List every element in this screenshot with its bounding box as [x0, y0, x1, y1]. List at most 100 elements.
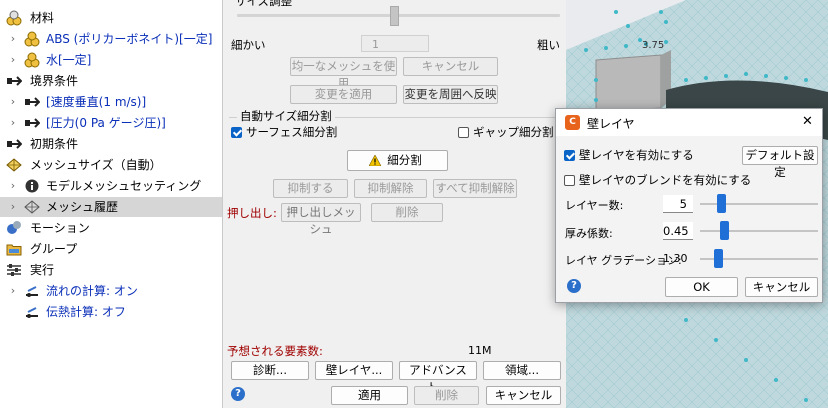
- help-icon[interactable]: ?: [567, 279, 581, 293]
- enable-blend-label: 壁レイヤのブレンドを有効にする: [579, 173, 752, 187]
- close-icon[interactable]: ✕: [802, 114, 813, 129]
- extrude-label: 押し出し:: [227, 206, 277, 220]
- tree-item-pressure[interactable]: › [圧力(0 Pa ゲージ圧)]: [0, 113, 222, 133]
- tree-item-boundary-conditions[interactable]: 境界条件: [0, 71, 222, 91]
- gap-refine-checkbox[interactable]: [458, 127, 469, 138]
- chevron-right-icon[interactable]: ›: [8, 113, 18, 133]
- enable-wall-layer-checkbox[interactable]: [564, 150, 575, 161]
- tree-item-flow-calculation[interactable]: › 流れの計算: オン: [0, 281, 222, 301]
- layers-slider-thumb[interactable]: [716, 194, 726, 213]
- ok-button[interactable]: OK: [665, 277, 738, 297]
- thickness-value-field[interactable]: 0.45: [663, 222, 693, 240]
- surface-refine-checkbox[interactable]: [231, 127, 242, 138]
- chevron-right-icon[interactable]: ›: [8, 92, 18, 112]
- dialog-cancel-button[interactable]: キャンセル: [745, 277, 818, 297]
- layers-label: レイヤー数:: [565, 199, 624, 212]
- suppress-button[interactable]: 抑制する: [273, 179, 348, 198]
- tree-item-groups[interactable]: グループ: [0, 239, 222, 259]
- default-settings-button[interactable]: デフォルト設定: [742, 146, 818, 179]
- unsuppress-button[interactable]: 抑制解除: [354, 179, 427, 198]
- app-logo-icon: C: [565, 115, 580, 130]
- materials-icon: [24, 52, 40, 68]
- tree-item-mesh-size[interactable]: メッシュサイズ（自動）: [0, 155, 222, 175]
- wall-layer-dialog: C 壁レイヤ ✕ 壁レイヤを有効にする デフォルト設定 壁レイヤのブレンドを有効…: [555, 108, 823, 303]
- tree-label: モーション: [30, 221, 90, 235]
- chevron-right-icon[interactable]: ›: [8, 281, 18, 301]
- tree-item-model-mesh-settings[interactable]: › モデルメッシュセッティング: [0, 176, 222, 196]
- tree-label: 境界条件: [30, 74, 79, 88]
- cancel-size-button[interactable]: キャンセル: [403, 57, 498, 76]
- gradation-value: 1.30: [663, 252, 688, 265]
- extrude-mesh-button[interactable]: 押し出しメッシュ: [281, 203, 361, 236]
- expected-elements-value: 11M: [468, 344, 492, 357]
- boundary-condition-icon: [25, 97, 40, 107]
- tree-label: 材料: [30, 11, 55, 25]
- tree-item-motion[interactable]: モーション: [0, 218, 222, 238]
- tree-item-water[interactable]: › 水[一定]: [0, 50, 222, 70]
- diagnose-button[interactable]: 診断...: [231, 361, 309, 380]
- tree-label: グループ: [30, 242, 78, 256]
- tree-item-materials[interactable]: 材料: [0, 8, 222, 28]
- chevron-right-icon[interactable]: ›: [8, 197, 18, 217]
- tree-label: メッシュサイズ（自動）: [30, 158, 162, 172]
- tree-item-mesh-history[interactable]: › メッシュ履歴: [0, 197, 222, 217]
- uniform-mesh-button[interactable]: 均一なメッシュを使用: [290, 57, 397, 90]
- mesh-icon: [6, 158, 22, 172]
- tree-label: [圧力(0 Pa ゲージ圧)]: [46, 116, 166, 130]
- advanced-button[interactable]: アドバンスト...: [399, 361, 477, 394]
- mesh-icon: [24, 200, 40, 214]
- flow-icon: [26, 286, 38, 297]
- chevron-right-icon[interactable]: ›: [8, 176, 18, 196]
- layers-value-field[interactable]: 5: [663, 195, 693, 213]
- cancel-button[interactable]: キャンセル: [486, 386, 561, 405]
- surface-refine-label: サーフェス細分割: [246, 125, 338, 139]
- heat-icon: [26, 307, 38, 318]
- warning-icon: [369, 155, 381, 166]
- tree-item-velocity[interactable]: › [速度垂直(1 m/s)]: [0, 92, 222, 112]
- size-adjust-heading: サイズ調整: [235, 0, 293, 8]
- coarse-label: 粗い: [537, 38, 560, 52]
- expected-elements-label: 予想される要素数:: [227, 344, 323, 358]
- materials-icon: [6, 10, 22, 26]
- apply-change-button[interactable]: 変更を適用: [290, 85, 397, 104]
- region-button[interactable]: 領域...: [483, 361, 561, 380]
- tree-label: モデルメッシュセッティング: [46, 179, 202, 193]
- boundary-condition-icon: [7, 76, 22, 86]
- tree-label: 初期条件: [30, 137, 79, 151]
- tree-item-heat-calculation[interactable]: 伝熱計算: オフ: [0, 302, 222, 322]
- tree-label: ABS (ポリカーボネイト)[一定]: [46, 32, 213, 46]
- boundary-condition-icon: [25, 118, 40, 128]
- initial-condition-icon: [7, 139, 22, 149]
- tree-label: 水[一定]: [46, 53, 92, 67]
- tree-item-initial-conditions[interactable]: 初期条件: [0, 134, 222, 154]
- delete-extrude-button[interactable]: 削除: [371, 203, 443, 222]
- dialog-title: 壁レイヤ: [587, 117, 635, 131]
- reflect-change-button[interactable]: 変更を周囲へ反映: [403, 85, 498, 104]
- size-slider-thumb[interactable]: [390, 6, 399, 26]
- thickness-slider-thumb[interactable]: [720, 221, 730, 240]
- size-value-field[interactable]: 1: [361, 35, 429, 52]
- unsuppress-all-button[interactable]: すべて抑制解除: [433, 179, 517, 198]
- info-icon: [25, 179, 39, 193]
- enable-blend-checkbox[interactable]: [564, 175, 575, 186]
- tree-item-abs[interactable]: › ABS (ポリカーボネイト)[一定]: [0, 29, 222, 49]
- tree-label: 伝熱計算: オフ: [46, 305, 126, 319]
- chevron-right-icon[interactable]: ›: [8, 50, 18, 70]
- thickness-label: 厚み係数:: [565, 227, 613, 240]
- apply-button[interactable]: 適用: [331, 386, 408, 405]
- refine-button[interactable]: 細分割: [347, 150, 448, 171]
- wall-layer-button[interactable]: 壁レイヤ...: [315, 361, 393, 380]
- chevron-right-icon[interactable]: ›: [8, 29, 18, 49]
- tree-label: メッシュ履歴: [46, 200, 119, 214]
- tree-label: [速度垂直(1 m/s)]: [46, 95, 147, 109]
- auto-refine-group-label: 自動サイズ細分割: [237, 108, 335, 124]
- fine-label: 細かい: [231, 38, 266, 52]
- help-icon[interactable]: ?: [231, 387, 245, 401]
- thickness-slider-track[interactable]: [700, 230, 818, 232]
- delete-button[interactable]: 削除: [414, 386, 479, 405]
- folder-icon: [6, 244, 22, 256]
- motion-icon: [7, 221, 21, 234]
- materials-icon: [24, 31, 40, 47]
- tree-item-run[interactable]: 実行: [0, 260, 222, 280]
- gradation-slider-thumb[interactable]: [714, 249, 724, 268]
